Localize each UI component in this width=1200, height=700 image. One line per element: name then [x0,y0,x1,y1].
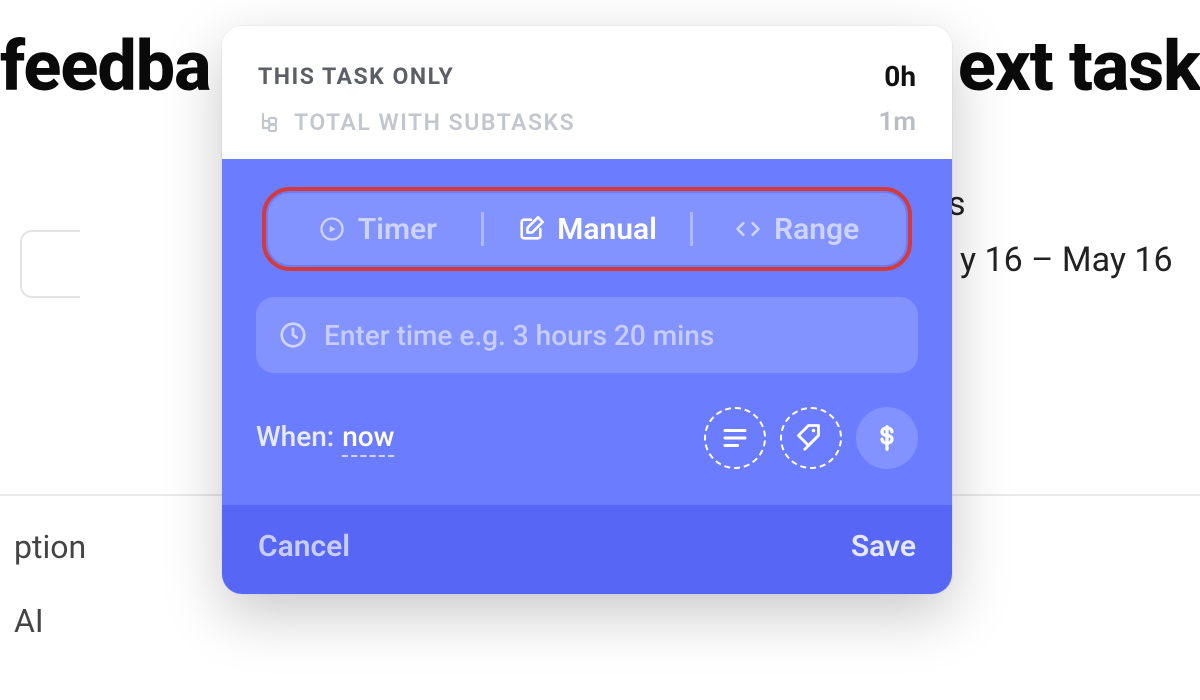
bg-input-stub [20,230,80,298]
bg-title-right: ext task [958,26,1200,108]
billable-button[interactable] [856,407,918,469]
subtask-tree-icon [258,110,282,134]
tab-timer[interactable]: Timer [274,193,481,265]
tags-icon [796,423,826,453]
mode-segmented-highlight: Timer Manual [262,187,912,271]
this-task-only-label: THIS TASK ONLY [258,63,454,90]
clock-icon [278,320,308,350]
play-circle-icon [318,215,346,243]
when-row: When: now [256,407,918,495]
save-button[interactable]: Save [851,529,916,564]
bg-dates-frag2: y 16 – May 16 [960,240,1173,280]
total-with-subtasks-label: TOTAL WITH SUBTASKS [294,109,575,136]
time-tracking-popover: THIS TASK ONLY 0h TOTAL WITH SUBTASKS 1m [222,26,952,594]
notes-icon [720,423,750,453]
tab-manual[interactable]: Manual [484,193,691,265]
popover-body: Timer Manual [222,159,952,505]
cancel-button[interactable]: Cancel [258,529,350,564]
time-input-placeholder: Enter time e.g. 3 hours 20 mins [324,319,714,352]
add-note-button[interactable] [704,407,766,469]
tab-timer-label: Timer [358,212,437,247]
edit-square-icon [517,215,545,243]
bg-title-left: feedba [0,26,210,108]
total-with-subtasks-value: 1m [879,107,916,137]
popover-footer: Cancel Save [222,505,952,594]
tab-range[interactable]: Range [693,193,900,265]
bg-description-frag: ption [14,528,86,566]
this-task-only-value: 0h [884,60,916,93]
range-arrows-icon [734,215,762,243]
bg-ai-frag: AI [14,602,44,640]
when-label: When: [256,420,334,453]
popover-header: THIS TASK ONLY 0h TOTAL WITH SUBTASKS 1m [222,26,952,159]
when-value[interactable]: now [342,420,394,457]
tab-manual-label: Manual [557,212,657,247]
dollar-icon [872,423,902,453]
mode-segmented-control: Timer Manual [268,193,906,265]
tab-range-label: Range [774,212,859,247]
add-tags-button[interactable] [780,407,842,469]
time-input[interactable]: Enter time e.g. 3 hours 20 mins [256,297,918,373]
